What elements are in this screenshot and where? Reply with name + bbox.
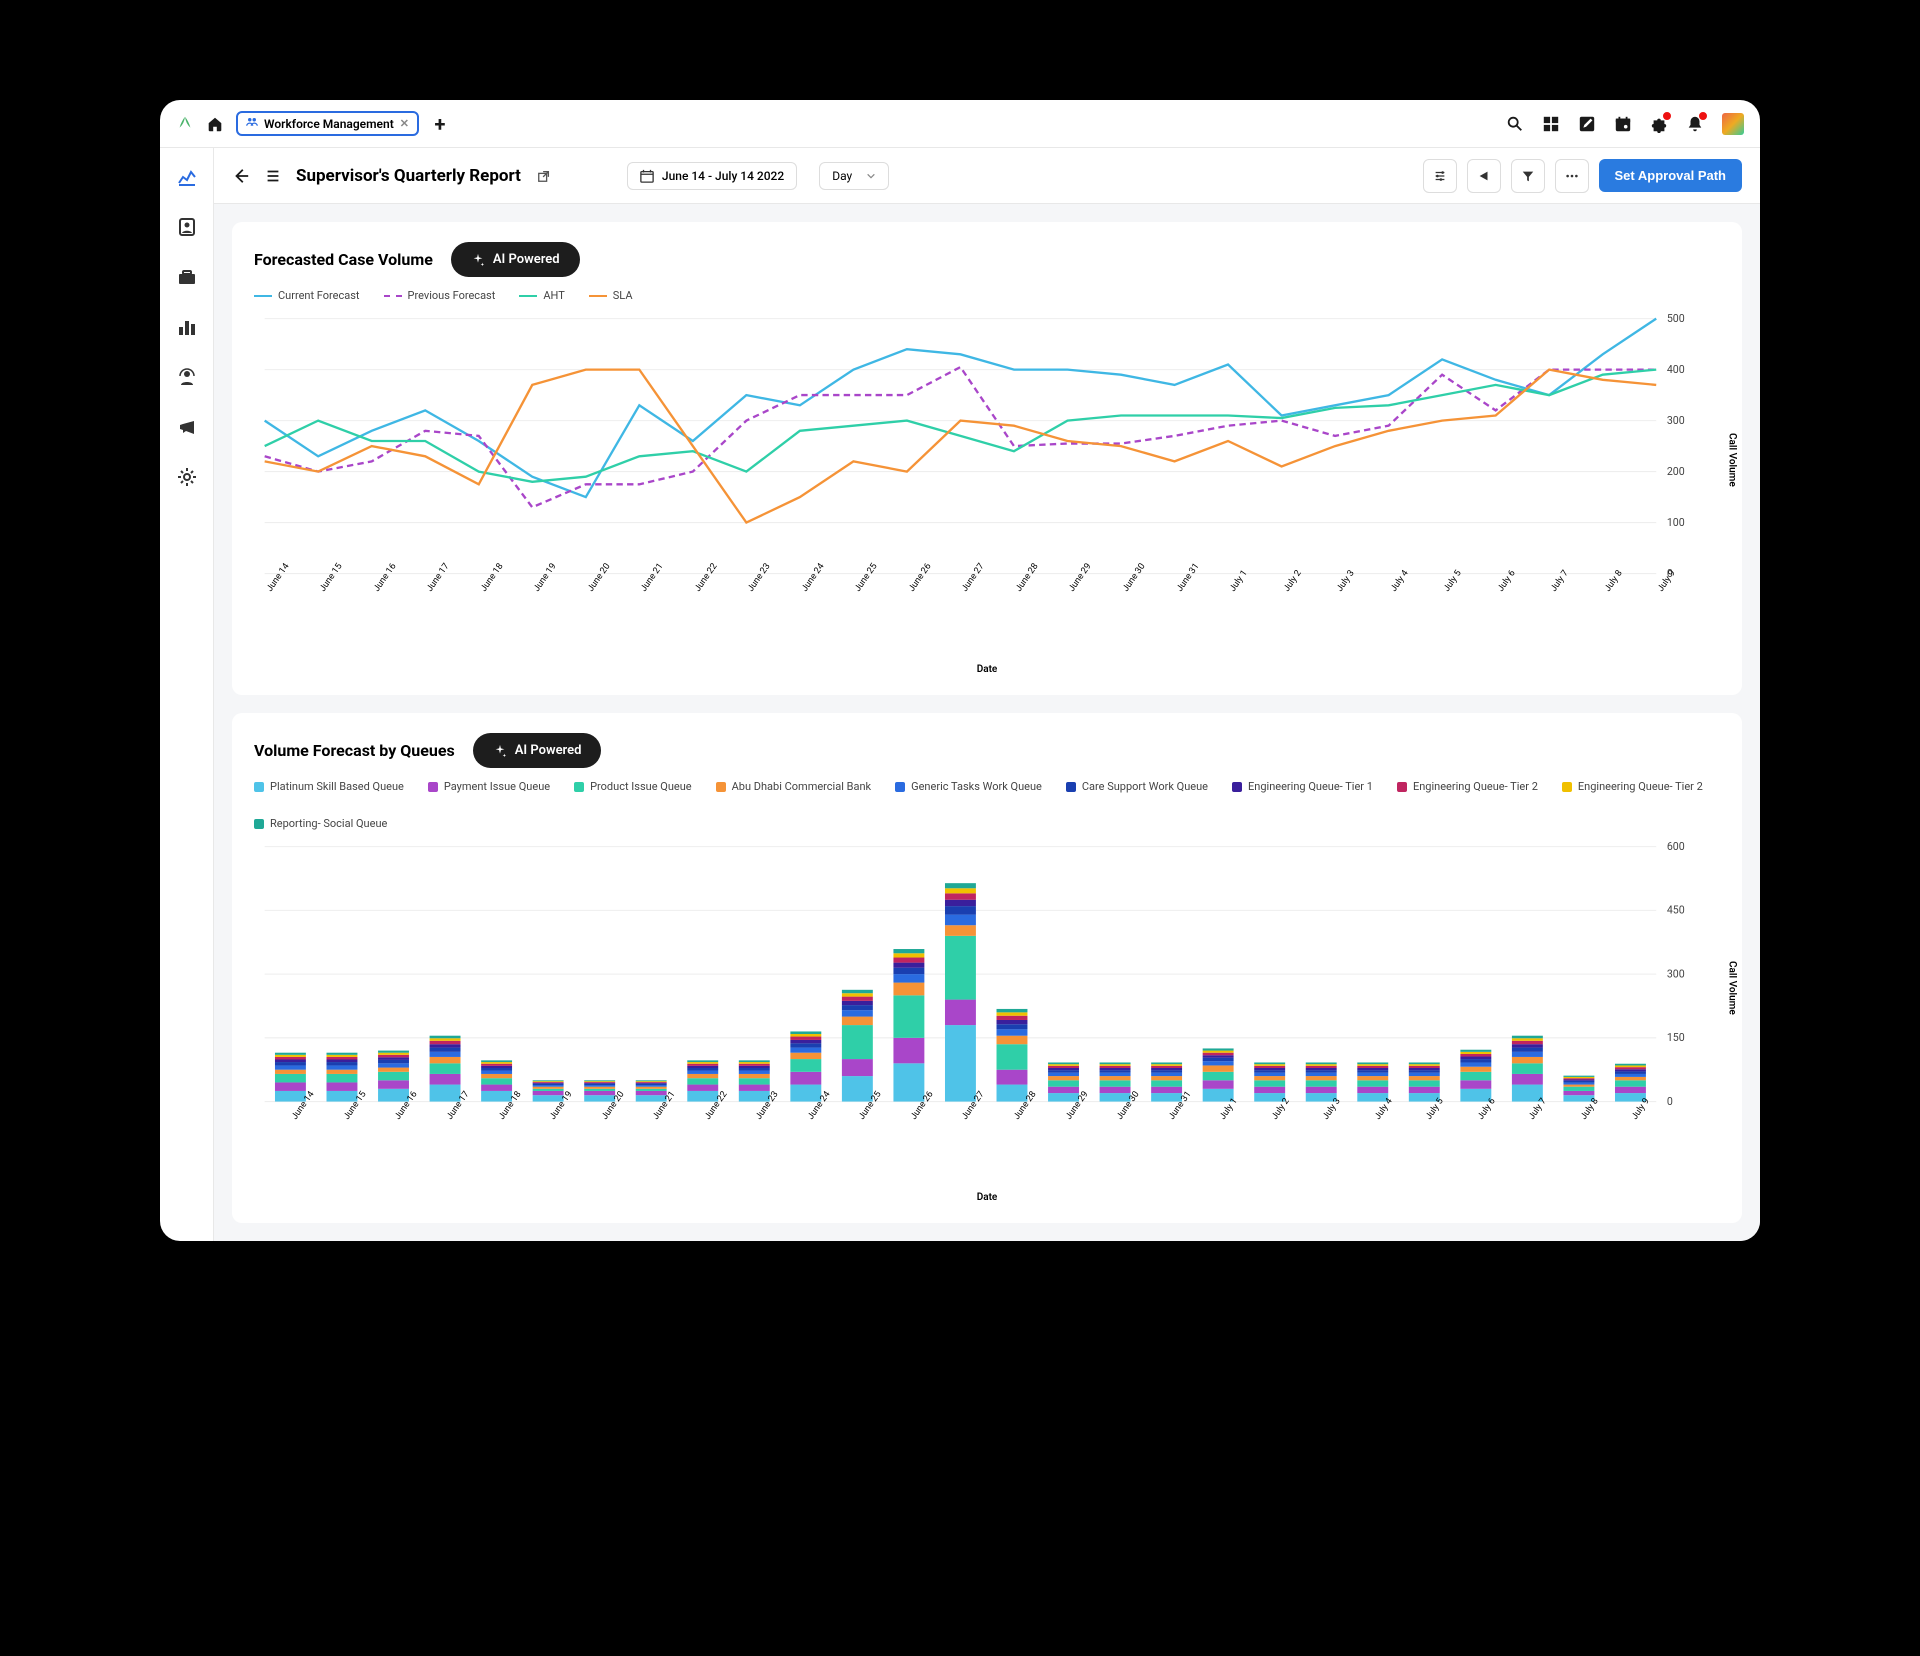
ai-powered-pill[interactable]: AI Powered xyxy=(451,242,580,277)
calendar-icon[interactable] xyxy=(1614,115,1632,133)
legend-item: Platinum Skill Based Queue xyxy=(254,780,404,793)
ai-powered-pill[interactable]: AI Powered xyxy=(473,733,602,768)
sidebar-item-settings[interactable] xyxy=(176,466,198,488)
more-button[interactable] xyxy=(1555,159,1589,193)
card-volume-forecast-by-queues: Volume Forecast by Queues AI Powered Pla… xyxy=(232,713,1742,1223)
share-button[interactable] xyxy=(1467,159,1501,193)
app-window: Workforce Management ✕ + xyxy=(160,100,1760,1241)
svg-text:300: 300 xyxy=(1667,967,1685,980)
line-chart-svg: 0100200300400500 xyxy=(254,308,1720,584)
page-actions: Set Approval Path xyxy=(1423,159,1742,193)
sidebar-item-bar-chart[interactable] xyxy=(176,316,198,338)
card-forecasted-case-volume: Forecasted Case Volume AI Powered Curren… xyxy=(232,222,1742,695)
legend: Platinum Skill Based Queue Payment Issue … xyxy=(254,780,1720,830)
legend-item: Engineering Queue- Tier 2 xyxy=(1562,780,1703,793)
apps-grid-icon[interactable] xyxy=(1542,115,1560,133)
legend-item: Abu Dhabi Commercial Bank xyxy=(716,780,871,793)
granularity-select[interactable]: Day xyxy=(819,162,889,190)
svg-text:0: 0 xyxy=(1667,1095,1673,1108)
svg-text:600: 600 xyxy=(1667,840,1685,853)
home-icon[interactable] xyxy=(206,115,224,133)
topbar-right xyxy=(1506,113,1744,135)
close-icon[interactable]: ✕ xyxy=(400,117,409,130)
add-tab-button[interactable]: + xyxy=(431,115,449,133)
legend-item: Current Forecast xyxy=(254,289,360,302)
settings-sliders-button[interactable] xyxy=(1423,159,1457,193)
legend-item: Reporting- Social Queue xyxy=(254,817,387,830)
bar-chart: 0150300450600 June 14June 15June 16June … xyxy=(254,836,1720,1203)
date-range-label: June 14 - July 14 2022 xyxy=(662,169,784,183)
sidebar-item-profile[interactable] xyxy=(176,216,198,238)
tab-workforce-management[interactable]: Workforce Management ✕ xyxy=(236,111,419,136)
legend-item: Previous Forecast xyxy=(384,289,496,302)
granularity-label: Day xyxy=(832,169,852,183)
line-chart: 0100200300400500 June 14June 15June 16Ju… xyxy=(254,308,1720,675)
tab-label: Workforce Management xyxy=(264,117,394,131)
legend-item: Engineering Queue- Tier 1 xyxy=(1232,780,1373,793)
svg-text:450: 450 xyxy=(1667,904,1685,917)
topbar: Workforce Management ✕ + xyxy=(160,100,1760,148)
notification-dot xyxy=(1698,111,1708,121)
sidebar-item-toolbox[interactable] xyxy=(176,266,198,288)
bar-chart-svg: 0 150 300 450 600 xyxy=(254,836,1720,1112)
compose-icon[interactable] xyxy=(1578,115,1596,133)
legend-item: Generic Tasks Work Queue xyxy=(895,780,1042,793)
card-title: Volume Forecast by Queues xyxy=(254,741,455,760)
main: Supervisor's Quarterly Report June 14 - … xyxy=(214,148,1760,1241)
topbar-left: Workforce Management ✕ + xyxy=(176,111,449,136)
legend-item: Product Issue Queue xyxy=(574,780,692,793)
y-axis-label: Call Volume xyxy=(1727,961,1738,1015)
ai-label: AI Powered xyxy=(493,252,560,267)
puzzle-icon[interactable] xyxy=(1650,115,1668,133)
ai-label: AI Powered xyxy=(515,743,582,758)
legend-item: Engineering Queue- Tier 2 xyxy=(1397,780,1538,793)
sparkle-icon xyxy=(471,253,485,267)
svg-text:300: 300 xyxy=(1667,414,1685,427)
legend: Current Forecast Previous Forecast AHT S… xyxy=(254,289,1720,302)
people-icon xyxy=(246,116,258,131)
date-range-picker[interactable]: June 14 - July 14 2022 xyxy=(627,162,797,190)
set-approval-path-button[interactable]: Set Approval Path xyxy=(1599,159,1742,192)
svg-text:200: 200 xyxy=(1667,465,1685,478)
sidebar xyxy=(160,148,214,1241)
legend-item: Care Support Work Queue xyxy=(1066,780,1208,793)
sidebar-item-analytics[interactable] xyxy=(176,166,198,188)
svg-text:150: 150 xyxy=(1667,1031,1685,1044)
chevron-down-icon xyxy=(866,171,876,181)
notification-dot xyxy=(1662,111,1672,121)
card-title: Forecasted Case Volume xyxy=(254,250,433,269)
list-icon[interactable] xyxy=(264,167,282,185)
filter-button[interactable] xyxy=(1511,159,1545,193)
back-icon[interactable] xyxy=(232,167,250,185)
y-axis-label: Call Volume xyxy=(1727,433,1738,487)
legend-item: AHT xyxy=(519,289,564,302)
legend-item: SLA xyxy=(589,289,633,302)
calendar-icon xyxy=(640,169,654,183)
x-axis-label: Date xyxy=(254,664,1720,675)
x-axis-label: Date xyxy=(254,1192,1720,1203)
svg-text:500: 500 xyxy=(1667,312,1685,325)
sparkle-icon xyxy=(493,744,507,758)
legend-item: Payment Issue Queue xyxy=(428,780,550,793)
svg-text:100: 100 xyxy=(1667,516,1685,529)
sidebar-item-announce[interactable] xyxy=(176,416,198,438)
external-icon[interactable] xyxy=(535,167,553,185)
brand-logo xyxy=(176,115,194,133)
bell-icon[interactable] xyxy=(1686,115,1704,133)
sidebar-item-agent[interactable] xyxy=(176,366,198,388)
svg-text:400: 400 xyxy=(1667,363,1685,376)
page-title: Supervisor's Quarterly Report xyxy=(296,166,521,186)
page-header: Supervisor's Quarterly Report June 14 - … xyxy=(214,148,1760,204)
avatar[interactable] xyxy=(1722,113,1744,135)
search-icon[interactable] xyxy=(1506,115,1524,133)
